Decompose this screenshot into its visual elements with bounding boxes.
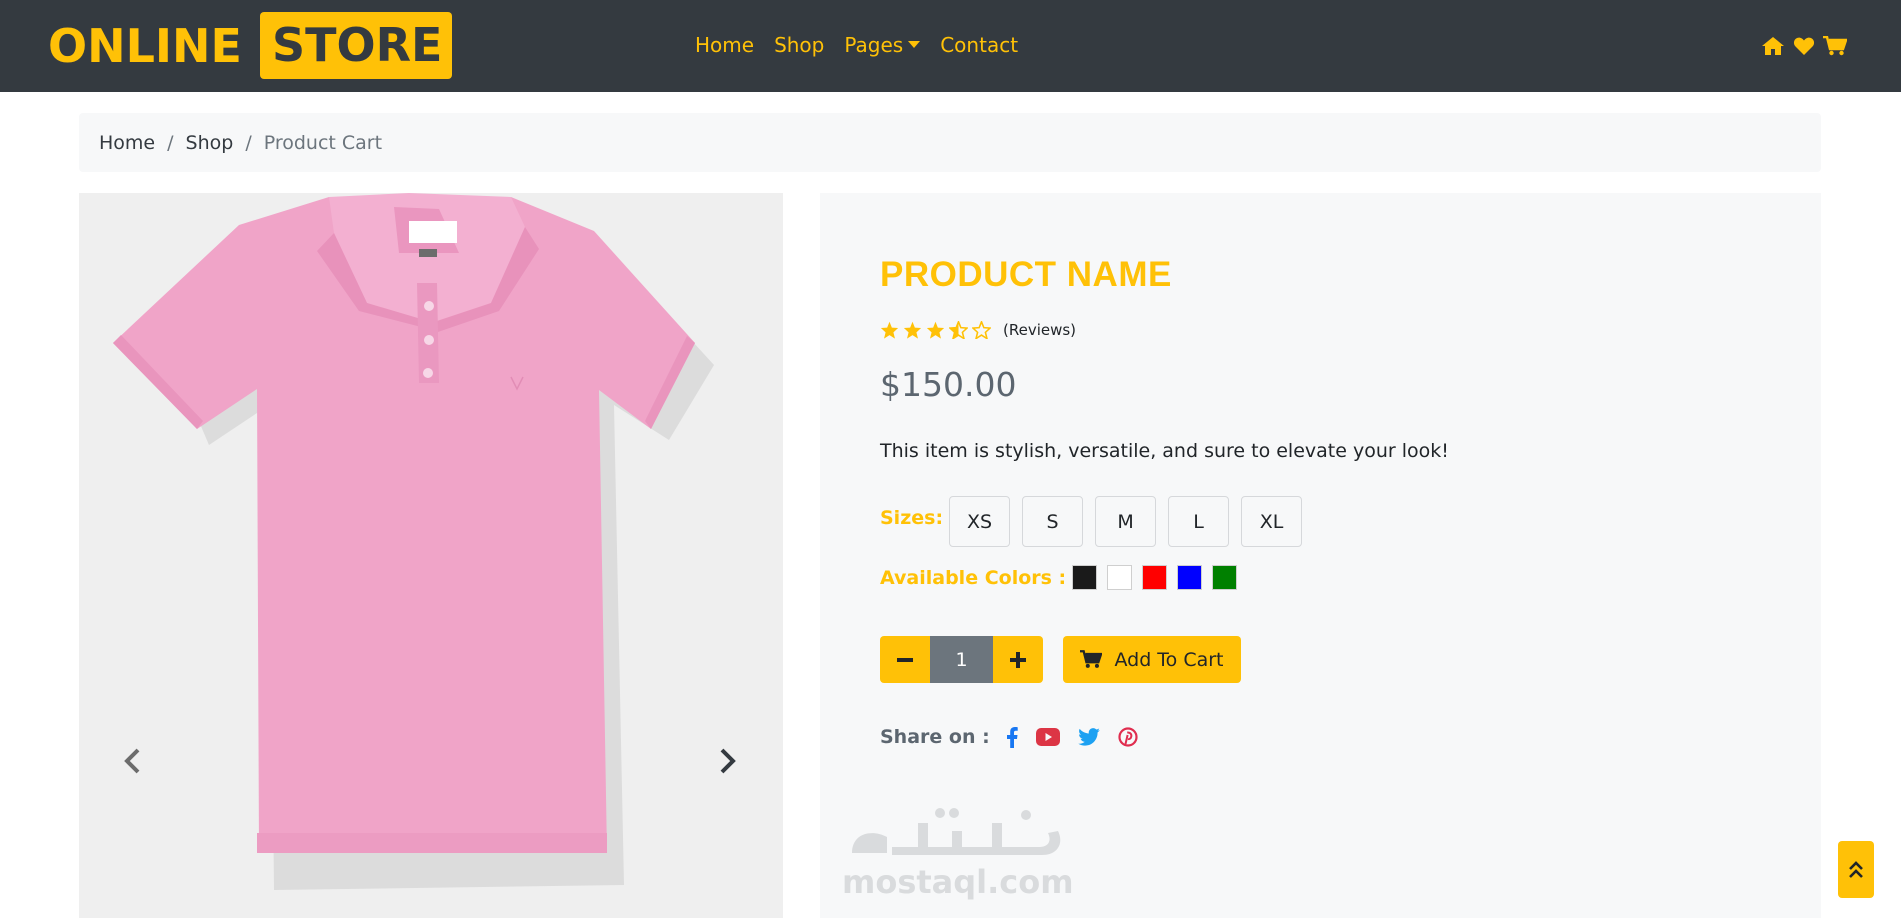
- product-rating: (Reviews): [880, 321, 1076, 339]
- add-to-cart-button[interactable]: Add To Cart: [1063, 636, 1241, 683]
- product-description: This item is stylish, versatile, and sur…: [880, 440, 1449, 462]
- carousel-next-button[interactable]: [713, 743, 743, 779]
- product-image: [113, 193, 714, 890]
- color-swatch-red[interactable]: [1142, 565, 1168, 590]
- star-full-icon: [880, 321, 899, 339]
- color-swatch-black[interactable]: [1072, 565, 1098, 590]
- colors-label: Available Colors :: [880, 566, 1067, 589]
- heart-icon[interactable]: [1793, 36, 1815, 56]
- color-swatch-blue[interactable]: [1177, 565, 1203, 590]
- color-swatch-white[interactable]: [1107, 565, 1133, 590]
- twitter-icon[interactable]: [1077, 728, 1100, 746]
- facebook-icon[interactable]: [1006, 726, 1018, 748]
- home-icon[interactable]: [1761, 36, 1785, 56]
- nav-link-contact[interactable]: Contact: [940, 33, 1018, 57]
- minus-icon: [897, 657, 913, 662]
- breadcrumb-home[interactable]: Home: [99, 132, 155, 154]
- brand-text-online: ONLINE: [48, 18, 242, 73]
- plus-icon: [1010, 651, 1026, 668]
- nav-link-shop[interactable]: Shop: [774, 33, 824, 57]
- double-chevron-up-icon: [1849, 860, 1863, 878]
- brand-text-store: STORE: [259, 12, 453, 79]
- caret-down-icon: [908, 41, 921, 48]
- color-swatch-green[interactable]: [1212, 565, 1238, 590]
- size-option-m[interactable]: M: [1095, 496, 1157, 547]
- star-half-icon: [949, 321, 968, 339]
- back-to-top-button[interactable]: [1838, 841, 1874, 898]
- breadcrumb-separator: /: [167, 131, 174, 154]
- product-price: $150.00: [880, 365, 1017, 404]
- quantity-decrease-button[interactable]: [880, 636, 930, 683]
- reviews-link[interactable]: (Reviews): [1003, 321, 1076, 339]
- breadcrumb-separator: /: [245, 131, 252, 154]
- nav-link-pages-label: Pages: [844, 33, 904, 57]
- star-empty-icon: [972, 321, 991, 339]
- cart-icon[interactable]: [1823, 36, 1847, 56]
- chevron-right-icon: [720, 748, 736, 774]
- brand-logo[interactable]: ONLINE STORE: [48, 12, 453, 79]
- quantity-input[interactable]: [930, 636, 993, 683]
- nav-link-home[interactable]: Home: [695, 33, 754, 57]
- breadcrumb-shop[interactable]: Shop: [186, 132, 234, 154]
- size-option-l[interactable]: L: [1168, 496, 1230, 547]
- cart-icon: [1080, 650, 1103, 668]
- add-to-cart-label: Add To Cart: [1114, 648, 1224, 671]
- product-details-panel: PRODUCT NAME (Reviews) $150.00 This item…: [820, 193, 1821, 918]
- product-name: PRODUCT NAME: [880, 255, 1172, 294]
- nav-link-pages-dropdown[interactable]: Pages: [844, 33, 921, 57]
- top-navbar: ONLINE STORE Home Shop Pages Contact: [0, 0, 1901, 92]
- color-selector: Available Colors :: [880, 565, 1247, 590]
- star-full-icon: [903, 321, 922, 339]
- size-selector: Sizes: XS S M L XL: [880, 496, 1314, 547]
- mostaql-watermark-logo: mostaql.com: [832, 793, 1074, 908]
- share-label: Share on :: [880, 726, 990, 748]
- share-bar: Share on :: [880, 726, 1138, 748]
- star-full-icon: [926, 321, 945, 339]
- size-option-xs[interactable]: XS: [949, 496, 1011, 547]
- chevron-left-icon: [124, 748, 140, 774]
- watermark-text: mostaql.com: [842, 863, 1072, 901]
- breadcrumb-current: Product Cart: [263, 131, 383, 154]
- nav-links: Home Shop Pages Contact: [695, 33, 1018, 57]
- carousel-prev-button[interactable]: [117, 743, 147, 779]
- quantity-increase-button[interactable]: [993, 636, 1043, 683]
- quantity-stepper: [880, 636, 1043, 683]
- product-image-carousel: [79, 193, 783, 918]
- sizes-label: Sizes:: [880, 507, 944, 529]
- breadcrumb: Home / Shop / Product Cart: [79, 113, 1821, 172]
- youtube-icon[interactable]: [1035, 728, 1060, 746]
- size-option-xl[interactable]: XL: [1241, 496, 1303, 547]
- nav-icons: [1761, 36, 1847, 56]
- size-option-s[interactable]: S: [1022, 496, 1084, 547]
- pinterest-icon[interactable]: [1118, 727, 1138, 747]
